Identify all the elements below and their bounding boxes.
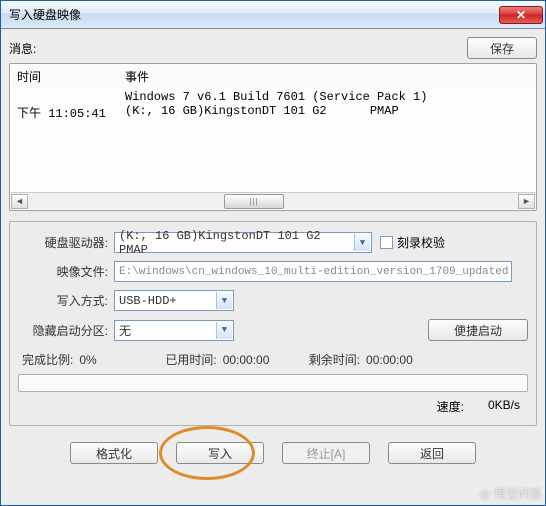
abort-button: 终止[A]	[282, 442, 370, 464]
log-row: Windows 7 v6.1 Build 7601 (Service Pack …	[17, 90, 529, 104]
image-row: 映像文件: E:\windows\cn_windows_10_multi-edi…	[18, 261, 528, 282]
scroll-thumb[interactable]: |||	[224, 194, 284, 209]
form-panel: 硬盘驱动器: (K:, 16 GB)KingstonDT 101 G2 PMAP…	[9, 221, 537, 426]
speed-label: 速度:	[437, 398, 464, 415]
watermark-text: 悟空问答	[494, 485, 542, 502]
image-field[interactable]: E:\windows\cn_windows_10_multi-edition_v…	[114, 261, 512, 282]
chevron-down-icon: ▼	[216, 292, 232, 309]
done-label: 完成比例:	[22, 351, 73, 368]
drive-value: (K:, 16 GB)KingstonDT 101 G2 PMAP	[119, 229, 353, 257]
drive-combo[interactable]: (K:, 16 GB)KingstonDT 101 G2 PMAP ▼	[114, 232, 372, 253]
image-value: E:\windows\cn_windows_10_multi-edition_v…	[119, 266, 508, 278]
image-label: 映像文件:	[18, 263, 114, 280]
log-header: 时间 事件	[11, 65, 535, 88]
message-label: 消息:	[9, 40, 467, 57]
dialog-window: 写入硬盘映像 ✕ 消息: 保存 时间 事件 Windows 7 v6.1 Bui…	[0, 0, 546, 506]
scroll-left-icon[interactable]: ◄	[11, 194, 28, 209]
log-time	[17, 90, 125, 104]
log-row: 下午 11:05:41 (K:, 16 GB)KingstonDT 101 G2…	[17, 104, 529, 121]
save-button[interactable]: 保存	[467, 37, 537, 59]
log-header-event[interactable]: 事件	[125, 68, 529, 85]
close-button[interactable]: ✕	[499, 6, 543, 24]
done-value: 0%	[79, 353, 159, 367]
log-event: Windows 7 v6.1 Build 7601 (Service Pack …	[125, 90, 529, 104]
log-header-time[interactable]: 时间	[17, 68, 125, 85]
method-label: 写入方式:	[18, 292, 114, 309]
hidden-value: 无	[119, 322, 131, 339]
drive-label: 硬盘驱动器:	[18, 234, 114, 251]
speed-row: 速度: 0KB/s	[18, 392, 528, 417]
remain-value: 00:00:00	[366, 353, 426, 367]
method-combo[interactable]: USB-HDD+ ▼	[114, 290, 234, 311]
close-icon: ✕	[516, 8, 526, 22]
verify-checkbox[interactable]: 刻录校验	[380, 234, 445, 251]
scroll-track[interactable]: |||	[28, 194, 518, 209]
watermark-icon: ◎	[480, 487, 490, 501]
chevron-down-icon: ▼	[354, 234, 370, 251]
drive-row: 硬盘驱动器: (K:, 16 GB)KingstonDT 101 G2 PMAP…	[18, 232, 528, 253]
verify-label: 刻录校验	[397, 234, 445, 251]
watermark: ◎ 悟空问答	[480, 485, 543, 502]
format-button[interactable]: 格式化	[70, 442, 158, 464]
titlebar[interactable]: 写入硬盘映像 ✕	[1, 1, 545, 29]
hidden-label: 隐藏启动分区:	[18, 322, 114, 339]
client-area: 消息: 保存 时间 事件 Windows 7 v6.1 Build 7601 (…	[1, 29, 545, 505]
convenient-boot-button[interactable]: 便捷启动	[428, 319, 528, 341]
log-panel: 时间 事件 Windows 7 v6.1 Build 7601 (Service…	[9, 63, 537, 211]
log-body: Windows 7 v6.1 Build 7601 (Service Pack …	[11, 88, 535, 192]
window-title: 写入硬盘映像	[9, 6, 499, 23]
method-value: USB-HDD+	[119, 294, 177, 308]
checkbox-box	[380, 236, 393, 249]
log-time: 下午 11:05:41	[17, 104, 125, 121]
chevron-down-icon: ▼	[216, 322, 232, 339]
write-button[interactable]: 写入	[176, 442, 264, 464]
scroll-right-icon[interactable]: ►	[518, 194, 535, 209]
elapsed-label: 已用时间:	[165, 351, 216, 368]
hidden-row: 隐藏启动分区: 无 ▼ 便捷启动	[18, 319, 528, 341]
action-button-row: 格式化 写入 终止[A] 返回	[9, 442, 537, 464]
elapsed-value: 00:00:00	[223, 353, 303, 367]
horizontal-scrollbar[interactable]: ◄ ||| ►	[11, 192, 535, 209]
speed-value: 0KB/s	[488, 398, 520, 415]
remain-label: 剩余时间:	[309, 351, 360, 368]
message-row: 消息: 保存	[9, 37, 537, 59]
method-row: 写入方式: USB-HDD+ ▼	[18, 290, 528, 311]
hidden-combo[interactable]: 无 ▼	[114, 320, 234, 341]
progress-bar	[18, 374, 528, 392]
back-button[interactable]: 返回	[388, 442, 476, 464]
log-event: (K:, 16 GB)KingstonDT 101 G2 PMAP	[125, 104, 529, 121]
status-row: 完成比例: 0% 已用时间: 00:00:00 剩余时间: 00:00:00	[18, 349, 528, 370]
